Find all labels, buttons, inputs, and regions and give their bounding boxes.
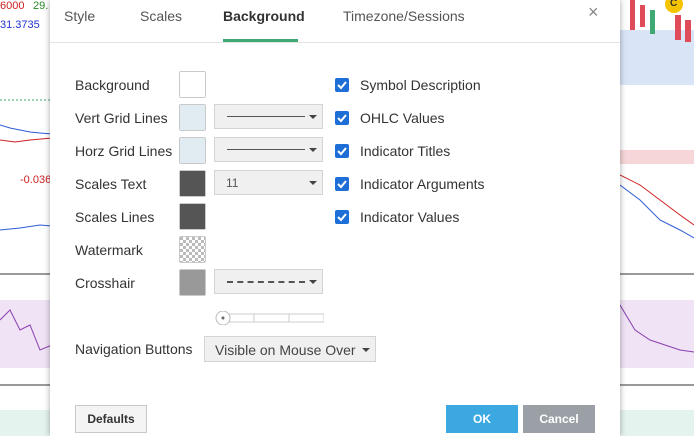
ohlc-values-label: OHLC Values (360, 110, 445, 126)
navigation-buttons-label: Navigation Buttons (75, 341, 193, 357)
watermark-label: Watermark (75, 242, 143, 258)
chevron-down-icon (309, 280, 317, 284)
slider-graphic (215, 310, 325, 326)
chart-right-graphics (620, 0, 694, 436)
tab-scales[interactable]: Scales (140, 8, 182, 24)
vert-grid-color-swatch[interactable] (179, 104, 206, 131)
dashed-line-icon (227, 281, 305, 283)
crosshair-color-swatch[interactable] (179, 269, 206, 296)
horz-grid-color-swatch[interactable] (179, 137, 206, 164)
scales-text-size-value: 11 (226, 176, 239, 190)
defaults-button[interactable]: Defaults (75, 405, 147, 433)
crosshair-label: Crosshair (75, 275, 135, 291)
chart-properties-dialog: Style Scales Background Timezone/Session… (50, 0, 620, 436)
indicator-titles-label: Indicator Titles (360, 143, 451, 159)
checkbox-checked-icon[interactable] (335, 111, 349, 125)
chevron-down-icon (309, 181, 317, 185)
chart-background-left: 6000 29. 31.3735 -0.036 (0, 0, 52, 436)
chart-background-right: C (620, 0, 694, 436)
checkbox-checked-icon[interactable] (335, 78, 349, 92)
indicator-values-label: Indicator Values (360, 209, 460, 225)
checkbox-checked-icon[interactable] (335, 210, 349, 224)
horz-grid-style-dropdown[interactable] (214, 137, 323, 162)
symbol-description-label: Symbol Description (360, 77, 481, 93)
chart-indicator-value: -0.036 (20, 174, 52, 186)
navigation-buttons-select[interactable]: Visible on Mouse Over (204, 336, 376, 362)
close-icon[interactable]: × (588, 2, 599, 23)
solid-line-icon (227, 149, 305, 150)
cancel-button[interactable]: Cancel (523, 405, 595, 433)
tab-timezone-sessions[interactable]: Timezone/Sessions (343, 8, 465, 24)
checkbox-checked-icon[interactable] (335, 144, 349, 158)
chart-left-graphics (0, 99, 52, 436)
chevron-down-icon (362, 348, 370, 352)
horz-grid-label: Horz Grid Lines (75, 143, 173, 159)
background-color-swatch[interactable] (179, 71, 206, 98)
scales-text-size-dropdown[interactable]: 11 (214, 170, 323, 195)
solid-line-icon (227, 116, 305, 117)
chart-price-text: 31.3735 (0, 19, 40, 31)
scales-lines-label: Scales Lines (75, 209, 155, 225)
ok-button[interactable]: OK (446, 405, 518, 433)
checkbox-checked-icon[interactable] (335, 177, 349, 191)
tab-style[interactable]: Style (64, 8, 95, 24)
crosshair-style-dropdown[interactable] (214, 269, 323, 294)
scales-text-color-swatch[interactable] (179, 170, 206, 197)
chart-price-text: 6000 (0, 0, 25, 12)
active-tab-indicator (223, 39, 298, 42)
navigation-buttons-value: Visible on Mouse Over (215, 342, 356, 358)
dialog-tab-bar: Style Scales Background Timezone/Session… (50, 0, 620, 43)
vert-grid-label: Vert Grid Lines (75, 110, 168, 126)
crosshair-transparency-slider[interactable] (214, 310, 325, 326)
transparent-checker-icon (180, 237, 205, 262)
scales-text-label: Scales Text (75, 176, 147, 192)
watermark-color-swatch[interactable] (179, 236, 206, 263)
chevron-down-icon (309, 115, 317, 119)
vert-grid-style-dropdown[interactable] (214, 104, 323, 129)
chart-badge: C (670, 0, 678, 9)
tab-background[interactable]: Background (223, 8, 305, 24)
background-label: Background (75, 77, 150, 93)
scales-lines-color-swatch[interactable] (179, 203, 206, 230)
indicator-arguments-label: Indicator Arguments (360, 176, 485, 192)
chevron-down-icon (309, 148, 317, 152)
chart-price-text: 29. (33, 0, 49, 12)
